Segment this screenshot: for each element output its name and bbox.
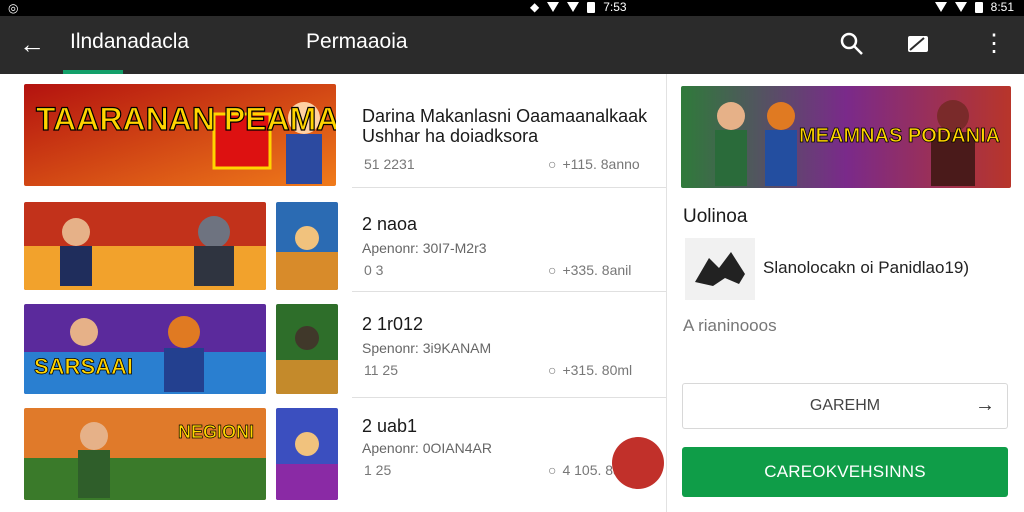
item-title: 2 uab1 <box>362 416 418 436</box>
status-time-mid: 7:53 <box>603 0 627 14</box>
battery-icon <box>587 1 596 13</box>
search-icon[interactable] <box>838 30 866 58</box>
item-meta-left: 11 25 <box>364 362 398 378</box>
banner-text: NEGIONI <box>178 422 254 442</box>
item-meta-right: ○ +315. 80ml <box>548 362 632 378</box>
list-item[interactable]: 2 naoa Apenonr: 30I7-M2r3 0 3 ○ +335. 8a… <box>0 188 666 292</box>
item-title: 2 naoa <box>362 214 418 234</box>
item-meta-right-text: +115. 8anno <box>562 156 640 172</box>
list-item[interactable]: SARSAAI 2 1r012 Spenonr: 3i9KANAM 11 25 … <box>0 292 666 398</box>
item-meta-left: 0 3 <box>364 262 384 278</box>
item-sub: Spenonr: 3i9KANAM <box>362 340 492 356</box>
battery-icon-right <box>974 1 983 13</box>
outline-button-label: GAREHM <box>809 397 881 414</box>
app-bar: ← Ilndanadacla Permaaoia ⋮ <box>0 16 1024 74</box>
arrow-right-icon: → <box>975 394 995 416</box>
list-item[interactable]: TAARANAN PEAMAISI Darina Makanlasni Oaam… <box>0 84 666 188</box>
secondary-text: A rianinooos <box>683 316 777 335</box>
tab-secondary[interactable]: Permaaoia <box>306 30 408 54</box>
game-thumbnail[interactable] <box>24 202 266 290</box>
game-thumbnail[interactable]: SARSAAI <box>24 304 266 394</box>
location-pin-icon: ○ <box>548 362 557 378</box>
details-panel: MEAMNAS PODANIA Uolinoa Slanolocakn oi P… <box>667 74 1024 512</box>
location-pin-icon: ○ <box>548 262 557 278</box>
item-meta-left: 1 25 <box>364 462 392 478</box>
signal-icon-right <box>954 2 967 12</box>
wifi-icon <box>547 2 560 12</box>
game-thumbnail-small[interactable] <box>276 304 338 394</box>
location-pin-icon: ○ <box>548 462 557 478</box>
game-thumbnail-small[interactable] <box>276 408 338 500</box>
status-right: 8:51 <box>934 0 1014 14</box>
item-sub: Apenonr: 0OIAN4AR <box>362 440 492 456</box>
location-pin-icon: ○ <box>548 156 557 172</box>
item-title: 2 1r012 <box>362 314 424 334</box>
wifi-icon-right <box>934 2 947 12</box>
item-meta-right-text: +315. 80ml <box>562 362 633 378</box>
floating-action-button[interactable] <box>612 437 664 489</box>
status-bar: ◎ ◆ 7:53 8:51 <box>0 0 1024 16</box>
back-arrow-icon[interactable]: ← <box>16 28 48 60</box>
status-mid: ◆ 7:53 <box>530 0 627 14</box>
outline-button[interactable]: GAREHM → <box>682 383 1008 429</box>
developer-logo <box>685 238 755 300</box>
item-title: Darina Makanlasni Oaamaanalkaak Ushhar h… <box>362 106 647 146</box>
primary-button[interactable]: CAREOKVEHSINNS <box>682 447 1008 497</box>
item-meta-left: 51 2231 <box>364 156 415 172</box>
item-title-line1: Darina Makanlasni Oaamaanalkaak <box>362 106 648 126</box>
circle-icon: ◎ <box>8 1 19 15</box>
list-item[interactable]: NEGIONI 2 uab1 Apenonr: 0OIAN4AR 1 25 ○ … <box>0 398 666 512</box>
item-meta-right: ○ +115. 8anno <box>548 156 640 172</box>
game-banner[interactable]: TAARANAN PEAMAISI <box>24 84 336 186</box>
item-sub: Apenonr: 30I7-M2r3 <box>362 240 487 256</box>
primary-button-label: CAREOKVEHSINNS <box>764 462 926 481</box>
feature-banner[interactable]: MEAMNAS PODANIA <box>681 86 1011 188</box>
section-title: Uolinoa <box>683 206 748 227</box>
item-meta-right: ○ +335. 8anil <box>548 262 631 278</box>
more-vert-icon[interactable]: ⋮ <box>980 30 1008 58</box>
banner-text: SARSAAI <box>34 354 133 379</box>
developer-name[interactable]: Slanolocakn oi Panidlao19) <box>763 258 969 278</box>
game-thumbnail-small[interactable] <box>276 202 338 290</box>
banner-text: TAARANAN PEAMAISI <box>36 101 336 137</box>
cast-icon[interactable] <box>904 30 932 58</box>
app-list: TAARANAN PEAMAISI Darina Makanlasni Oaam… <box>0 74 666 512</box>
item-meta-right-text: +335. 8anil <box>562 262 632 278</box>
banner-text: MEAMNAS PODANIA <box>799 125 1000 147</box>
status-time: 8:51 <box>990 0 1014 14</box>
tab-primary[interactable]: Ilndanadacla <box>70 30 189 54</box>
signal-icon-2 <box>567 2 580 12</box>
game-thumbnail[interactable]: NEGIONI <box>24 408 266 500</box>
item-title-line2: Ushhar ha doiadksora <box>362 126 539 146</box>
signal-icon: ◆ <box>530 0 540 14</box>
